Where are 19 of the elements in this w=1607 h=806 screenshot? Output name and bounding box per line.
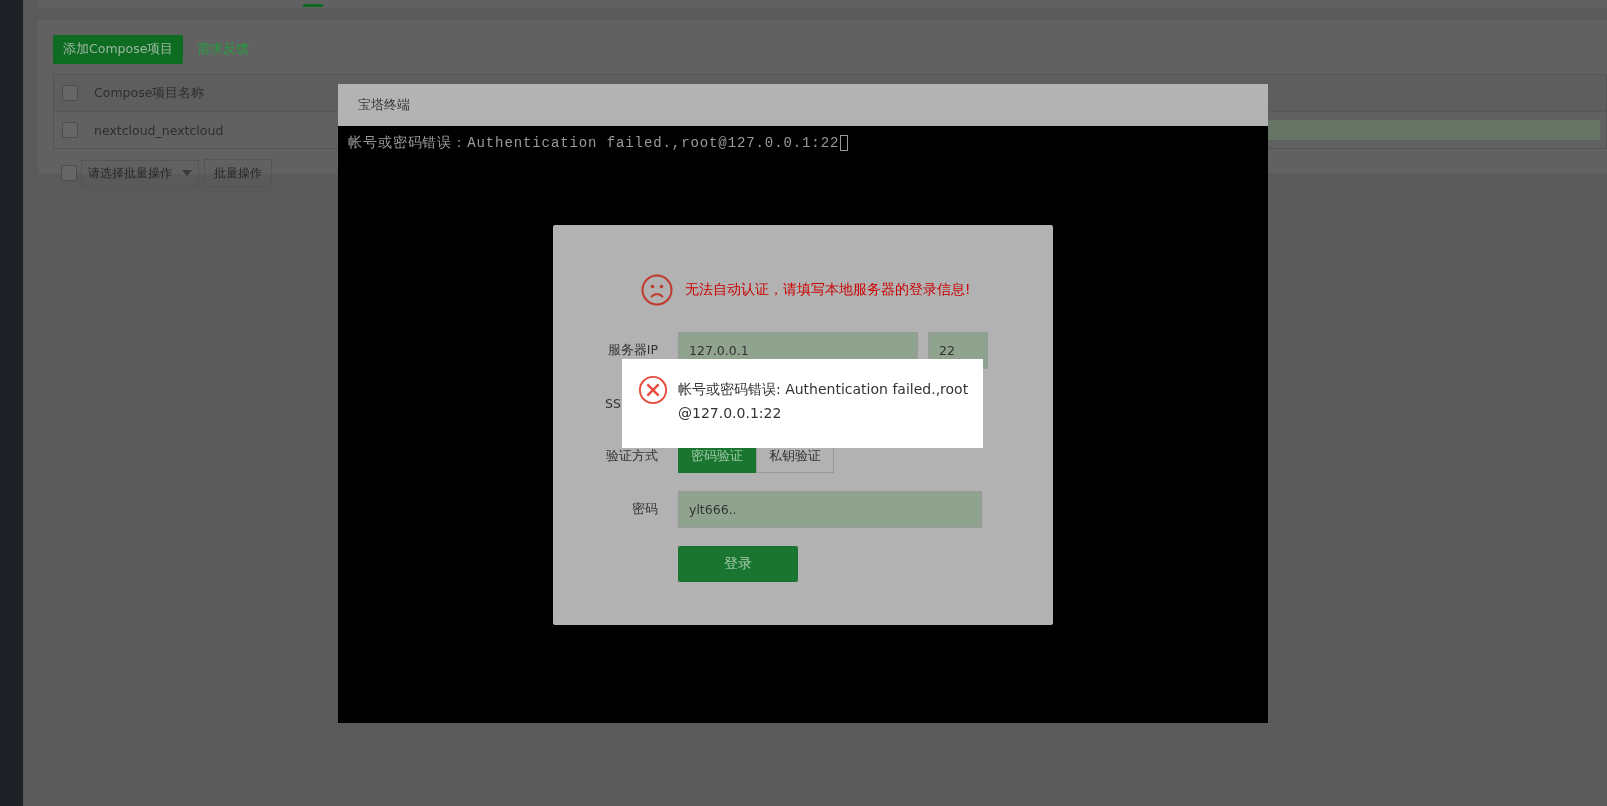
add-compose-button[interactable]: 添加Compose项目: [53, 34, 184, 64]
password-field[interactable]: ylt666..: [678, 491, 982, 528]
terminal-line: 帐号或密码错误：Authentication failed.,root@127.0.0.1:22: [348, 134, 840, 152]
error-message: 无法自动认证，请填写本地服务器的登录信息!: [685, 281, 971, 299]
batch-checkbox[interactable]: [61, 165, 77, 181]
login-button[interactable]: 登录: [678, 545, 798, 582]
field-label: 密码: [631, 501, 658, 518]
toast-message: 帐号或密码错误: Authentication failed.,root@127.0.0.1:22: [678, 380, 970, 423]
field-label: 验证方式: [605, 448, 658, 465]
select-all-checkbox[interactable]: [62, 85, 78, 101]
row-checkbox[interactable]: [62, 122, 78, 138]
field-label: SS: [604, 396, 622, 411]
cursor: [840, 135, 849, 151]
window-title: 宝塔终端: [338, 84, 1268, 126]
field-label: 服务器IP: [606, 342, 658, 359]
caret-icon: [182, 170, 192, 176]
error-icon: [638, 375, 668, 405]
active-tab-indicator: [303, 4, 323, 7]
sad-face-icon: [641, 274, 673, 306]
